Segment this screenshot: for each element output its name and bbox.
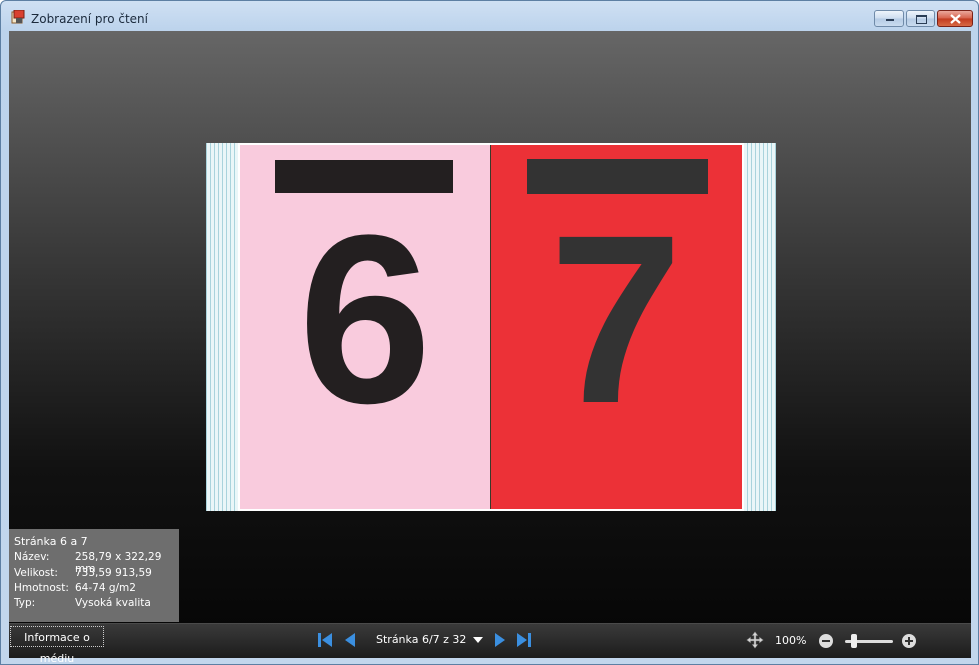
info-value: Vysoká kvalita <box>75 597 151 609</box>
info-row-size: Velikost: 733,59 913,59 <box>14 567 179 582</box>
close-button[interactable] <box>937 10 973 27</box>
minimize-icon <box>886 19 894 21</box>
reader-viewport[interactable]: 6 7 Stránka 6 a 7 Název: 258,79 x 322,29… <box>9 31 971 664</box>
first-page-icon[interactable] <box>316 631 334 649</box>
zoom-slider-thumb[interactable] <box>851 634 858 648</box>
info-row-name: Název: 258,79 x 322,29 mm <box>14 551 179 575</box>
page-select-value: Stránka 6/7 z 32 <box>376 633 467 646</box>
zoom-in-icon[interactable] <box>902 634 916 648</box>
zoom-out-icon[interactable] <box>819 634 833 648</box>
last-page-icon[interactable] <box>515 631 533 649</box>
maximize-button[interactable] <box>906 10 935 27</box>
info-value: 733,59 913,59 <box>75 567 152 579</box>
previous-page-icon[interactable] <box>341 631 359 649</box>
media-info-button[interactable]: Informace o médiu <box>10 626 104 664</box>
left-page-number: 6 <box>298 185 432 453</box>
zoom-level: 100% <box>775 634 807 647</box>
right-page[interactable]: 7 <box>491 145 742 509</box>
info-label: Typ: <box>14 597 36 609</box>
next-page-icon[interactable] <box>491 631 509 649</box>
info-label: Velikost: <box>14 567 58 579</box>
chevron-down-icon <box>473 637 483 643</box>
close-icon <box>950 14 961 24</box>
pan-icon[interactable] <box>746 631 764 649</box>
info-value: 64-74 g/m2 <box>75 582 136 594</box>
left-page[interactable]: 6 <box>240 145 490 509</box>
maximize-icon <box>916 15 927 24</box>
reader-window: Zobrazení pro čtení 6 7 Stránka 6 a 7 Ná… <box>0 0 979 665</box>
info-label: Název: <box>14 551 50 563</box>
page-stack-left <box>206 143 240 511</box>
book-spread[interactable]: 6 7 <box>206 143 776 511</box>
media-info-panel: Stránka 6 a 7 Název: 258,79 x 322,29 mm … <box>9 529 179 622</box>
page-stack-right <box>742 143 776 511</box>
window-title: Zobrazení pro čtení <box>31 12 148 26</box>
title-bar[interactable]: Zobrazení pro čtení <box>1 1 978 31</box>
info-label: Hmotnost: <box>14 582 69 594</box>
app-icon <box>11 10 25 24</box>
minimize-button[interactable] <box>874 10 904 27</box>
bottom-toolbar: Informace o médiu Stránka 6/7 z 32 100% <box>9 623 971 664</box>
info-row-weight: Hmotnost: 64-74 g/m2 <box>14 582 179 597</box>
info-title: Stránka 6 a 7 <box>14 535 88 548</box>
page-select[interactable]: Stránka 6/7 z 32 <box>371 630 485 650</box>
right-page-number: 7 <box>549 185 683 453</box>
info-row-type: Typ: Vysoká kvalita <box>14 597 179 612</box>
